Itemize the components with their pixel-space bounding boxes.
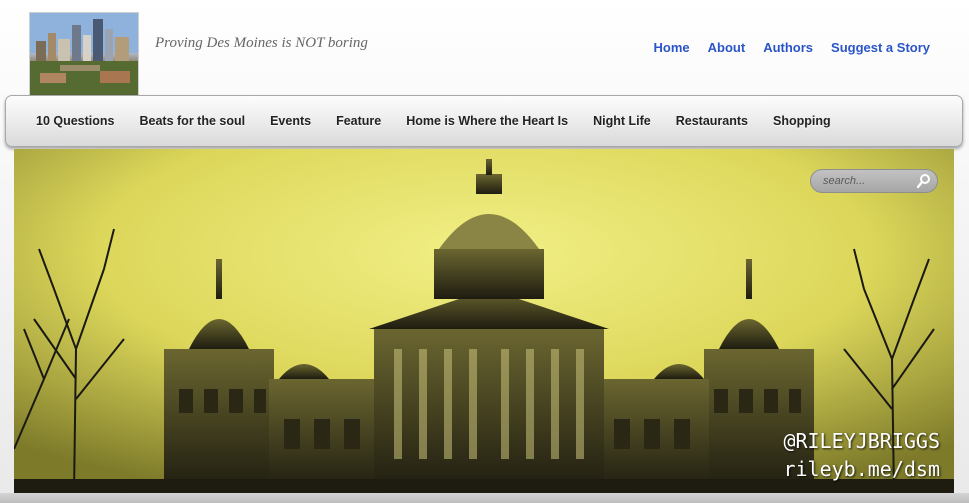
top-nav: Home About Authors Suggest a Story: [654, 40, 930, 55]
nav-home[interactable]: Home: [654, 40, 690, 55]
search-input[interactable]: [821, 174, 921, 188]
watermark-url: rileyb.me/dsm: [783, 457, 940, 481]
category-restaurants[interactable]: Restaurants: [676, 114, 748, 128]
category-10-questions[interactable]: 10 Questions: [36, 114, 115, 128]
site-logo[interactable]: [29, 12, 139, 96]
category-night-life[interactable]: Night Life: [593, 114, 651, 128]
category-beats-for-the-soul[interactable]: Beats for the soul: [140, 114, 246, 128]
nav-authors[interactable]: Authors: [763, 40, 813, 55]
skyline-logo-image: [30, 13, 138, 95]
search-box[interactable]: [810, 169, 938, 193]
nav-about[interactable]: About: [708, 40, 746, 55]
search-icon[interactable]: [917, 173, 931, 189]
watermark-handle: @RILEYJBRIGGS: [783, 429, 940, 453]
category-feature[interactable]: Feature: [336, 114, 381, 128]
category-shopping[interactable]: Shopping: [773, 114, 831, 128]
category-events[interactable]: Events: [270, 114, 311, 128]
photo-credit-watermark: @RILEYJBRIGGS rileyb.me/dsm: [783, 427, 940, 483]
category-nav-bar: 10 Questions Beats for the soul Events F…: [5, 95, 963, 147]
nav-suggest-a-story[interactable]: Suggest a Story: [831, 40, 930, 55]
category-home-is-where-the-heart-is[interactable]: Home is Where the Heart Is: [406, 114, 568, 128]
footer-strip: [0, 493, 969, 503]
site-tagline: Proving Des Moines is NOT boring: [155, 35, 368, 51]
hero-banner: @RILEYJBRIGGS rileyb.me/dsm: [14, 149, 954, 493]
